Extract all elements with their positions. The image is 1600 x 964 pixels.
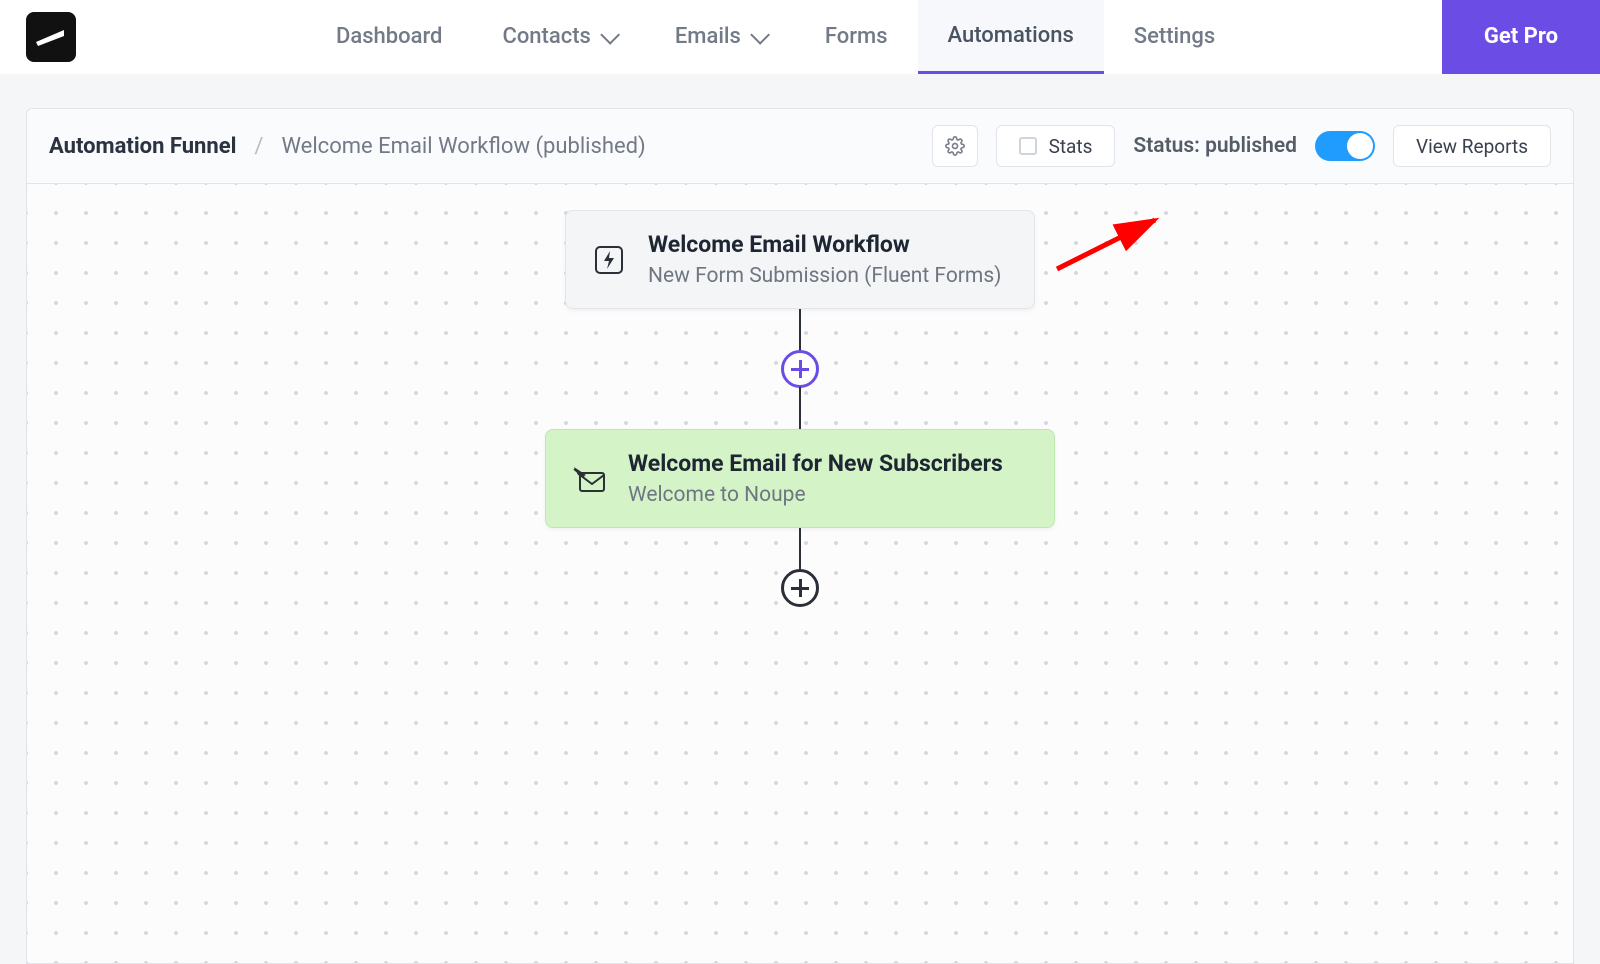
automation-canvas[interactable]: Welcome Email Workflow New Form Submissi… — [26, 184, 1574, 964]
connector-line — [799, 387, 801, 429]
nav-dashboard[interactable]: Dashboard — [306, 0, 472, 74]
nav-emails[interactable]: Emails — [645, 0, 795, 74]
action-subtitle: Welcome to Noupe — [628, 483, 1003, 507]
nav-label: Contacts — [502, 24, 590, 49]
top-nav: Dashboard Contacts Emails Forms Automati… — [0, 0, 1600, 74]
status-value: published — [1205, 134, 1297, 158]
lightning-icon — [592, 243, 626, 277]
app-logo[interactable] — [26, 12, 76, 62]
nav-settings[interactable]: Settings — [1104, 0, 1245, 74]
status-label: Status: published — [1133, 134, 1297, 158]
breadcrumb-separator: / — [254, 134, 263, 159]
status-prefix: Status: — [1133, 134, 1205, 158]
add-step-end-button[interactable] — [781, 569, 819, 607]
checkbox-icon — [1019, 137, 1037, 155]
breadcrumb-title: Welcome Email Workflow (published) — [281, 134, 645, 159]
page-body: Automation Funnel / Welcome Email Workfl… — [0, 74, 1600, 964]
nav-automations[interactable]: Automations — [918, 0, 1104, 74]
nav-contacts[interactable]: Contacts — [472, 0, 644, 74]
get-pro-button[interactable]: Get Pro — [1442, 0, 1600, 74]
flow-column: Welcome Email Workflow New Form Submissi… — [545, 210, 1055, 606]
chevron-down-icon — [750, 24, 770, 44]
action-title: Welcome Email for New Subscribers — [628, 450, 1003, 477]
trigger-subtitle: New Form Submission (Fluent Forms) — [648, 264, 1001, 288]
trigger-title: Welcome Email Workflow — [648, 231, 1001, 258]
add-step-button[interactable] — [781, 350, 819, 388]
annotation-arrow — [1047, 214, 1167, 274]
settings-button[interactable] — [932, 125, 978, 167]
nav-items: Dashboard Contacts Emails Forms Automati… — [306, 0, 1245, 74]
stats-button[interactable]: Stats — [996, 125, 1116, 167]
trigger-node[interactable]: Welcome Email Workflow New Form Submissi… — [565, 210, 1035, 309]
view-reports-label: View Reports — [1416, 135, 1528, 158]
nav-forms[interactable]: Forms — [795, 0, 918, 74]
publish-toggle[interactable] — [1315, 131, 1375, 161]
get-pro-label: Get Pro — [1484, 24, 1558, 49]
chevron-down-icon — [600, 24, 620, 44]
breadcrumb-root[interactable]: Automation Funnel — [49, 134, 236, 159]
sub-header: Automation Funnel / Welcome Email Workfl… — [26, 108, 1574, 184]
nav-label: Forms — [825, 24, 888, 49]
nav-label: Emails — [675, 24, 741, 49]
connector-line — [799, 528, 801, 570]
email-send-icon — [572, 462, 606, 496]
nav-label: Automations — [948, 23, 1074, 48]
connector-line — [799, 309, 801, 351]
view-reports-button[interactable]: View Reports — [1393, 125, 1551, 167]
nav-label: Settings — [1134, 24, 1215, 49]
nav-label: Dashboard — [336, 24, 442, 49]
action-node[interactable]: Welcome Email for New Subscribers Welcom… — [545, 429, 1055, 528]
logo-icon — [34, 26, 68, 48]
gear-icon — [945, 136, 965, 156]
stats-label: Stats — [1049, 135, 1093, 158]
